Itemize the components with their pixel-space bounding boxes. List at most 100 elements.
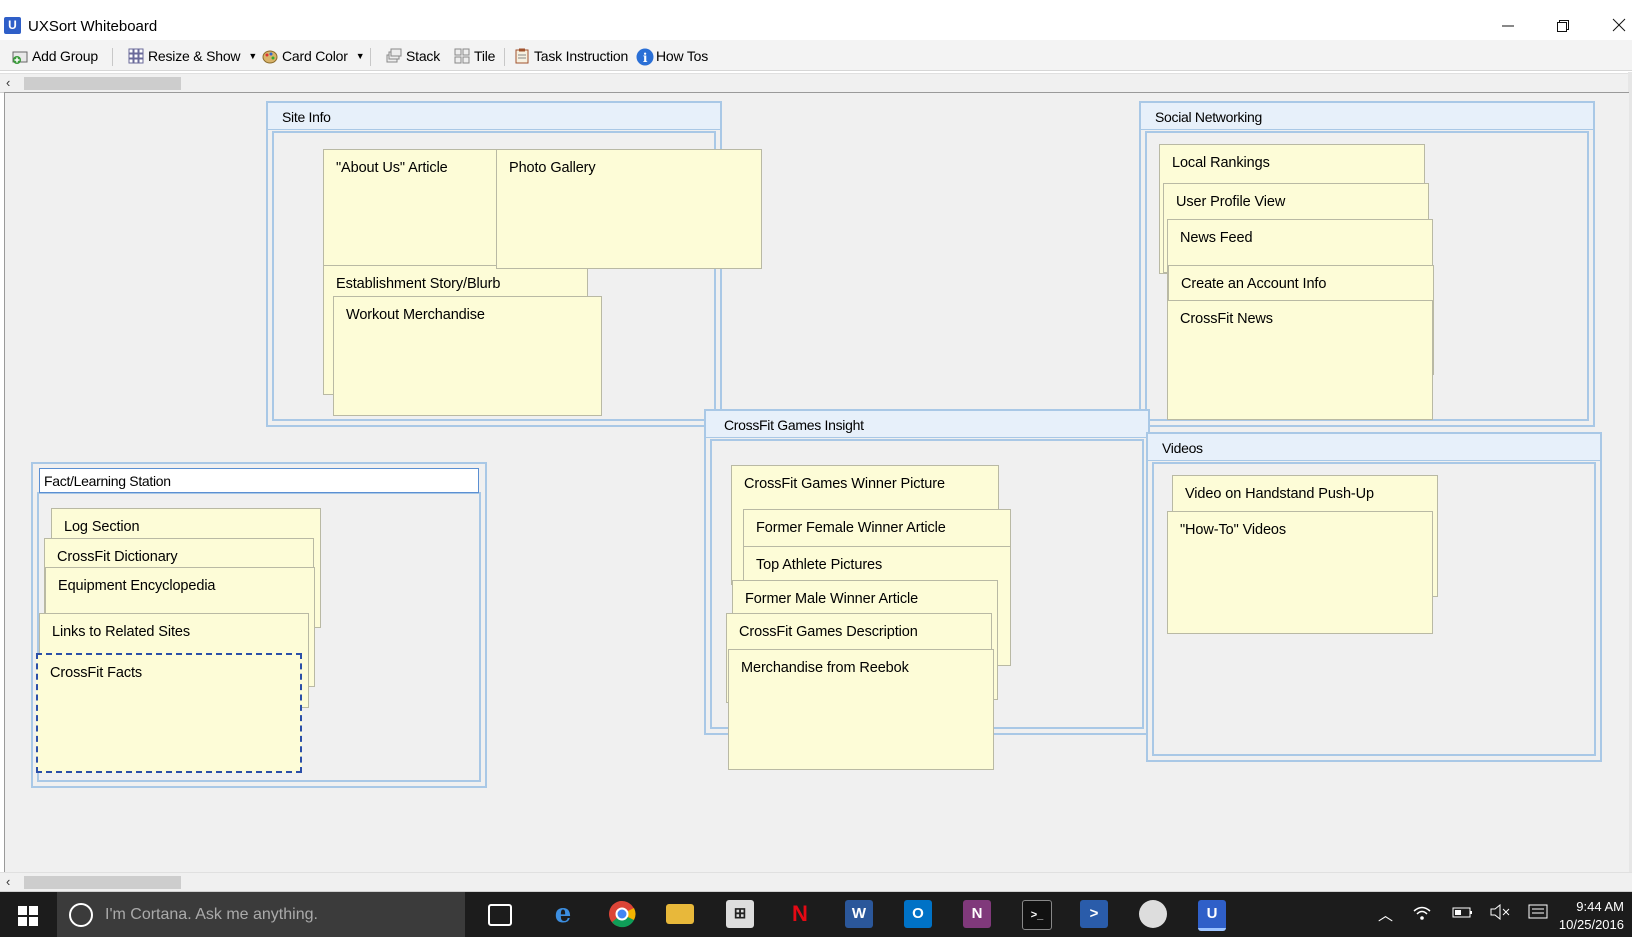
outlook-icon[interactable]: O bbox=[904, 900, 932, 928]
onenote-icon[interactable]: N bbox=[963, 900, 991, 928]
how-tos-button[interactable]: i How Tos bbox=[636, 46, 708, 66]
card-label: "How-To" Videos bbox=[1180, 522, 1287, 538]
scroll-left-icon[interactable]: ‹ bbox=[6, 873, 10, 891]
group-title: CrossFit Games Insight bbox=[724, 417, 864, 433]
cortana-placeholder: I'm Cortana. Ask me anything. bbox=[105, 906, 318, 923]
toolbar-separator bbox=[504, 48, 505, 66]
card-label: Former Male Winner Article bbox=[745, 591, 919, 607]
add-group-label: Add Group bbox=[32, 48, 98, 64]
clock-date: 10/25/2016 bbox=[1558, 917, 1624, 932]
minimize-icon[interactable] bbox=[1485, 12, 1531, 40]
palette-icon bbox=[262, 48, 278, 64]
file-explorer-icon[interactable] bbox=[666, 904, 694, 924]
card-label: Equipment Encyclopedia bbox=[58, 578, 216, 594]
toolbar-separator bbox=[112, 48, 113, 66]
add-group-icon bbox=[12, 48, 28, 64]
powershell-icon[interactable]: > bbox=[1080, 900, 1108, 928]
group-header[interactable]: CrossFit Games Insight bbox=[706, 411, 1148, 438]
info-icon: i bbox=[636, 48, 654, 66]
group-name-value: Fact/Learning Station bbox=[44, 473, 171, 489]
card-label: Establishment Story/Blurb bbox=[336, 276, 501, 292]
card-label: CrossFit Dictionary bbox=[57, 549, 178, 565]
card-label: Photo Gallery bbox=[509, 160, 596, 176]
group-title: Social Networking bbox=[1155, 109, 1262, 125]
card-label: Merchandise from Reebok bbox=[741, 660, 909, 676]
card-label: "About Us" Article bbox=[336, 160, 448, 176]
card-label: CrossFit Facts bbox=[50, 665, 143, 681]
tile-button[interactable]: Tile bbox=[454, 46, 495, 66]
stack-button[interactable]: Stack bbox=[386, 46, 440, 66]
close-icon[interactable] bbox=[1596, 12, 1632, 40]
volume-muted-icon[interactable] bbox=[1490, 903, 1512, 924]
wifi-icon[interactable] bbox=[1412, 904, 1432, 926]
card-how-to-videos[interactable]: "How-To" Videos bbox=[1167, 511, 1433, 634]
tile-icon bbox=[454, 48, 470, 64]
group-header[interactable]: Social Networking bbox=[1141, 103, 1593, 130]
task-instruction-button[interactable]: Task Instruction bbox=[514, 46, 628, 66]
title-bar: U UXSort Whiteboard bbox=[0, 0, 1632, 40]
battery-icon[interactable] bbox=[1452, 904, 1474, 924]
action-center-icon[interactable] bbox=[1528, 904, 1548, 926]
card-merchandise-from-reebok[interactable]: Merchandise from Reebok bbox=[728, 649, 994, 770]
word-icon[interactable]: W bbox=[845, 900, 873, 928]
netflix-icon[interactable]: N bbox=[786, 900, 814, 928]
card-label: User Profile View bbox=[1176, 194, 1286, 210]
scroll-thumb[interactable] bbox=[24, 77, 181, 90]
svg-text:i: i bbox=[643, 51, 648, 65]
chevron-down-icon: ▼ bbox=[248, 51, 258, 61]
whiteboard-canvas[interactable]: Site Info "About Us" Article Establishme… bbox=[4, 92, 1629, 873]
window-title: UXSort Whiteboard bbox=[28, 18, 158, 35]
restore-icon[interactable] bbox=[1540, 12, 1586, 40]
bottom-horizontal-scrollbar[interactable]: ‹ bbox=[0, 872, 1632, 892]
toolbar-separator bbox=[370, 48, 371, 66]
grid-icon bbox=[128, 48, 144, 64]
card-label: Local Rankings bbox=[1172, 155, 1270, 171]
toolbar: Add Group Resize & Show ▼ Card Color ▼ S… bbox=[0, 40, 1632, 71]
card-color-button[interactable]: Card Color ▼ bbox=[262, 46, 365, 66]
card-label: News Feed bbox=[1180, 230, 1253, 246]
clipboard-icon bbox=[514, 48, 530, 64]
edge-icon[interactable]: e bbox=[549, 900, 577, 928]
uxsort-icon[interactable]: U bbox=[1198, 900, 1226, 931]
terminal-icon[interactable]: >_ bbox=[1022, 900, 1052, 930]
group-header[interactable]: Videos bbox=[1148, 434, 1600, 461]
card-label: CrossFit Games Winner Picture bbox=[744, 476, 945, 492]
card-label: CrossFit Games Description bbox=[739, 624, 918, 640]
how-tos-label: How Tos bbox=[656, 48, 709, 64]
resize-show-label: Resize & Show bbox=[148, 48, 241, 64]
windows-start-icon[interactable] bbox=[18, 906, 38, 926]
cortana-search-box[interactable]: I'm Cortana. Ask me anything. bbox=[57, 892, 465, 937]
task-view-icon[interactable] bbox=[488, 904, 512, 926]
tile-label: Tile bbox=[474, 48, 496, 64]
resize-show-button[interactable]: Resize & Show ▼ bbox=[128, 46, 257, 66]
group-header[interactable]: Site Info bbox=[268, 103, 720, 130]
add-group-button[interactable]: Add Group bbox=[12, 46, 98, 66]
clock-time: 9:44 AM bbox=[1576, 899, 1624, 914]
card-label: Top Athlete Pictures bbox=[756, 557, 883, 573]
system-clock[interactable]: 9:44 AM 10/25/2016 bbox=[1559, 898, 1624, 934]
chrome-icon[interactable] bbox=[608, 900, 636, 928]
tray-chevron-icon[interactable]: ︿ bbox=[1378, 904, 1393, 925]
store-icon[interactable]: ⊞ bbox=[726, 900, 754, 928]
clock-app-icon[interactable] bbox=[1139, 900, 1167, 928]
cortana-icon bbox=[69, 903, 93, 927]
card-color-label: Card Color bbox=[282, 48, 348, 64]
chevron-down-icon: ▼ bbox=[355, 51, 365, 61]
card-about-us-article[interactable]: "About Us" Article bbox=[323, 149, 498, 273]
top-horizontal-scrollbar[interactable]: ‹ bbox=[0, 73, 1632, 93]
card-label: Video on Handstand Push-Up bbox=[1185, 486, 1374, 502]
card-label: Links to Related Sites bbox=[52, 624, 191, 640]
card-crossfit-news[interactable]: CrossFit News bbox=[1167, 300, 1433, 420]
scroll-thumb[interactable] bbox=[24, 876, 181, 889]
card-label: Create an Account Info bbox=[1181, 276, 1327, 292]
stack-icon bbox=[386, 48, 402, 64]
scroll-left-icon[interactable]: ‹ bbox=[6, 74, 10, 92]
card-label: Former Female Winner Article bbox=[756, 520, 946, 536]
card-label: Workout Merchandise bbox=[346, 307, 485, 323]
task-instruction-label: Task Instruction bbox=[534, 48, 629, 64]
group-name-input[interactable]: Fact/Learning Station bbox=[39, 468, 479, 493]
card-photo-gallery[interactable]: Photo Gallery bbox=[496, 149, 762, 269]
card-crossfit-facts[interactable]: CrossFit Facts bbox=[36, 653, 302, 773]
card-workout-merchandise[interactable]: Workout Merchandise bbox=[333, 296, 602, 416]
uxsort-app-icon: U bbox=[4, 17, 21, 34]
